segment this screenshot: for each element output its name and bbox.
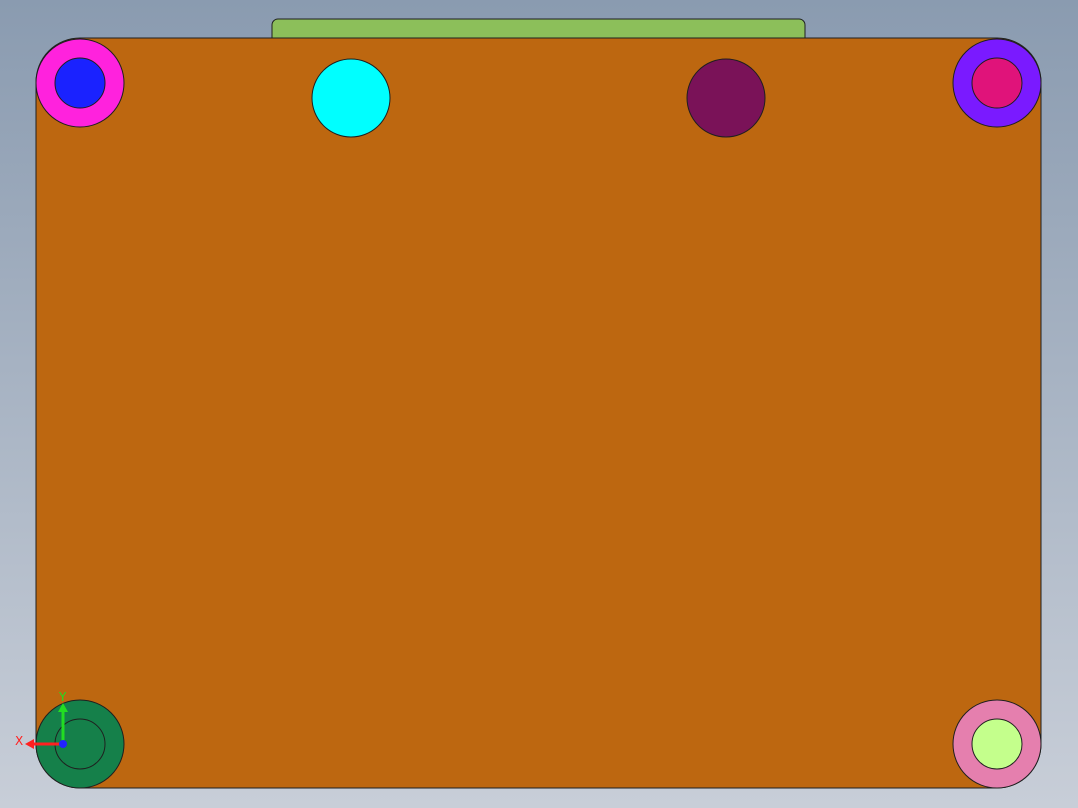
triad-x-label: X: [15, 734, 23, 748]
model-view[interactable]: Y X: [0, 0, 1078, 808]
triad-z-axis: [59, 740, 67, 748]
triad-y-label: Y: [58, 690, 67, 704]
guide-pin-bottom-right[interactable]: [971, 718, 1023, 770]
hole-top-center-left[interactable]: [311, 58, 391, 138]
graphics-viewport[interactable]: Y X: [0, 0, 1078, 808]
hole-top-center-right[interactable]: [686, 58, 766, 138]
guide-pin-top-right[interactable]: [971, 57, 1023, 109]
mold-plate-body[interactable]: [35, 37, 1042, 789]
guide-pin-top-left[interactable]: [54, 57, 106, 109]
